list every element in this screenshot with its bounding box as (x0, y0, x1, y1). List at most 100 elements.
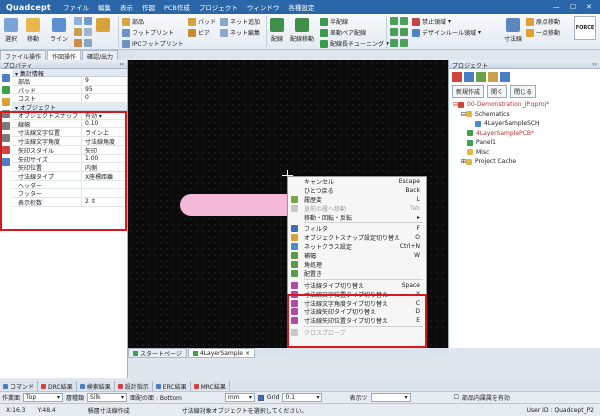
pad-button[interactable]: パッド (188, 17, 216, 26)
fill-icon[interactable] (74, 39, 82, 47)
cutout-icon[interactable] (390, 28, 398, 36)
tree-node-panel[interactable]: Panel1 (453, 138, 600, 148)
menu-pcb[interactable]: PCB作成 (164, 2, 190, 12)
tree-node-pcb[interactable]: 4LayerSamplePCB* (453, 129, 600, 139)
in-part-checkbox[interactable]: ☐ (454, 394, 459, 401)
settings-project-icon[interactable] (500, 72, 510, 82)
via-button[interactable]: ビア (188, 28, 210, 37)
circle-icon[interactable] (74, 28, 82, 36)
tab-4layersample[interactable]: 4LayerSample × (187, 348, 255, 358)
open-button[interactable]: 開く (487, 85, 508, 98)
menu-draw[interactable]: 作図 (142, 2, 155, 12)
tab-start-page[interactable]: スタートページ (128, 348, 187, 358)
object-snap-select[interactable]: 有効 ▾ (82, 111, 127, 119)
route-move-button[interactable]: 配線移動 (290, 18, 314, 43)
line-button[interactable]: ライン (50, 18, 68, 43)
menu-item-dim-text-angle[interactable]: 寸法線文字角度タイプ切り替え C (288, 299, 426, 308)
grid-select[interactable]: 0.1 ▾ (282, 393, 323, 402)
close-icon[interactable]: × (245, 350, 250, 357)
close-button[interactable]: 閉じる (510, 85, 537, 98)
dimension-button[interactable]: 寸法線 (504, 18, 522, 43)
tab-draw-ops[interactable]: 作図操作 (47, 50, 82, 61)
menu-window[interactable]: ウィンドウ (247, 2, 280, 12)
nav-icon[interactable] (2, 74, 10, 82)
menu-item-net-class[interactable]: ネットクラス設定 Ctrl+N (288, 242, 426, 251)
3d-icon[interactable] (2, 158, 10, 166)
display-select[interactable]: ▾ (370, 393, 411, 402)
menu-item-snap-toggle[interactable]: オブジェクトスナップ設定切り替え O (288, 233, 426, 242)
save-project-icon[interactable] (476, 72, 486, 82)
ipc-footprint-button[interactable]: IPCフットプリント (122, 39, 184, 48)
text-button[interactable] (96, 18, 110, 34)
menu-project[interactable]: プロジェクト (199, 2, 238, 12)
keepout-icon[interactable] (400, 28, 408, 36)
grid-checkbox[interactable] (257, 394, 264, 401)
digits-stepper[interactable]: 2 ⇕ (82, 198, 127, 206)
polygon-icon[interactable] (84, 28, 92, 36)
point-move-button[interactable]: 一点移動 (526, 28, 560, 37)
tab-command[interactable]: コマンド (0, 381, 39, 391)
force-button[interactable]: FORCE (574, 16, 596, 40)
tab-mrc[interactable]: MRC結果 (191, 381, 230, 391)
maximize-icon[interactable]: ☐ (570, 3, 576, 11)
menu-item-back[interactable]: ひとつ戻る Back (288, 186, 426, 195)
menu-item-dim-type[interactable]: 寸法線タイプ切り替え Space (288, 281, 426, 290)
route-button[interactable]: 配線 (270, 18, 284, 43)
plane-icon[interactable] (400, 17, 408, 25)
menu-item-crossprobe[interactable]: クロスプローブ (288, 328, 426, 337)
menu-view[interactable]: 表示 (120, 2, 133, 12)
menu-item-dim-arrow-type[interactable]: 寸法線矢印タイプ切り替え D (288, 307, 426, 316)
move-button[interactable]: 移動 (26, 18, 40, 43)
select-button[interactable]: 選択 (4, 18, 18, 43)
footprint-button[interactable]: フットプリント (122, 28, 174, 37)
panel-pin-icon[interactable]: ‹‹ (119, 61, 124, 68)
work-layer-select[interactable]: Top ▾ (23, 393, 64, 402)
section-object[interactable]: ▾ オブジェクト (12, 103, 127, 112)
new-project-icon[interactable] (452, 72, 462, 82)
tab-file-ops[interactable]: ファイル操作 (0, 50, 47, 61)
net-edit-button[interactable]: ネット編集 (220, 28, 260, 37)
grid-icon[interactable] (2, 98, 10, 106)
tree-node-misc[interactable]: Misc (453, 148, 600, 158)
tab-check-output[interactable]: 確認/出力 (82, 50, 119, 61)
tab-search[interactable]: 検索結果 (77, 381, 115, 391)
board-shape[interactable] (180, 194, 300, 216)
open-project-icon[interactable] (464, 72, 474, 82)
tab-design-instructions[interactable]: 設計指示 (115, 381, 153, 391)
keepout-area-button[interactable]: 禁止領域 ▾ (412, 17, 451, 26)
menu-item-transform[interactable]: 移動・回転・反転 ▸ (288, 213, 426, 222)
hole-icon[interactable] (400, 39, 408, 47)
copper-icon[interactable] (390, 17, 398, 25)
menu-item-prev-history[interactable]: 直前の履へ移動 Tab (288, 204, 426, 213)
tree-node-schematics[interactable]: ⊟ Schematics (453, 110, 600, 120)
layer-icon[interactable] (2, 86, 10, 94)
net-add-button[interactable]: ネット追加 (220, 17, 260, 26)
menu-item-width[interactable]: 補幅 W (288, 251, 426, 260)
tree-node-project[interactable]: ⊟ 00-Demonstration_JP.qproj* (453, 100, 600, 110)
menu-file[interactable]: ファイル (63, 2, 89, 12)
unit-select[interactable]: mm ▾ (224, 393, 255, 402)
zoom-fit-icon[interactable] (2, 134, 10, 142)
menu-settings[interactable]: 各種設定 (288, 2, 314, 12)
zoom-in-icon[interactable] (2, 110, 10, 118)
image-icon[interactable] (84, 39, 92, 47)
menu-item-dim-text-pos[interactable]: 寸法線文字位置タイプ切り替え X (288, 290, 426, 299)
menu-item-place[interactable]: 配置き (288, 269, 426, 278)
diff-pair-button[interactable]: 差動ペア配線 (320, 28, 366, 37)
tab-erc[interactable]: ERC結果 (153, 381, 191, 391)
drc-icon[interactable] (2, 146, 10, 154)
minimize-icon[interactable]: — (553, 3, 560, 11)
half-route-button[interactable]: 半配線 (320, 17, 348, 26)
origin-move-button[interactable]: 原点移動 (526, 17, 560, 26)
length-tuning-button[interactable]: 配線長チューニング ▾ (320, 39, 389, 48)
zoom-out-icon[interactable] (2, 122, 10, 130)
close-icon[interactable]: ✕ (586, 3, 592, 11)
close-project-icon[interactable] (488, 72, 498, 82)
menu-item-dim-arrow-pos[interactable]: 寸法線矢印位置タイプ切り替え E (288, 316, 426, 325)
part-button[interactable]: 部品 (122, 17, 144, 26)
tree-node-sch[interactable]: 4LayerSampleSCH (453, 119, 600, 129)
tree-node-cache[interactable]: ⊞ Project Cache (453, 157, 600, 167)
menu-item-filter[interactable]: フィルタ F (288, 224, 426, 233)
rect-icon[interactable] (84, 17, 92, 25)
design-rule-area-button[interactable]: デザインルール領域 ▾ (412, 28, 481, 37)
